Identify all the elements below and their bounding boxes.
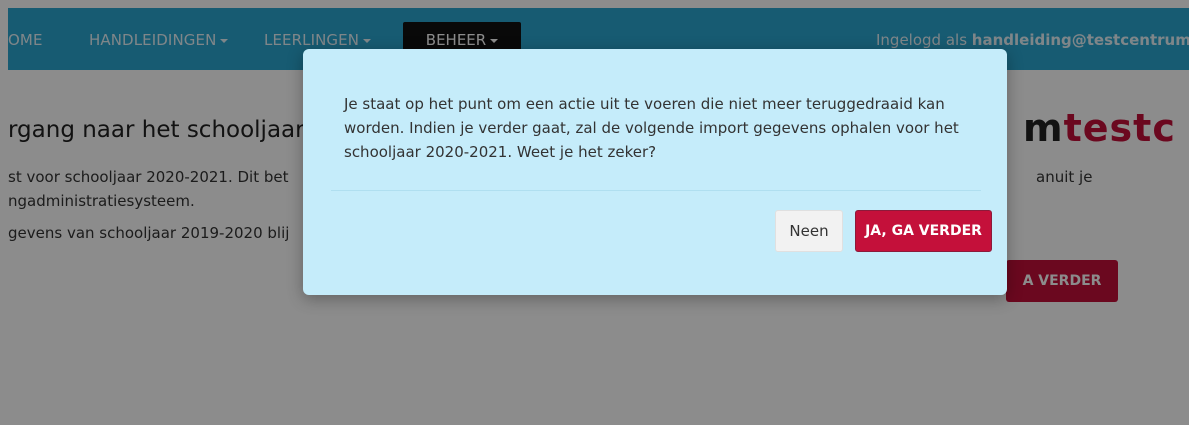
modal-message: Je staat op het punt om een actie uit te…	[344, 95, 959, 161]
cancel-button[interactable]: Neen	[775, 210, 843, 252]
modal-divider	[331, 190, 981, 191]
confirmation-modal: Je staat op het punt om een actie uit te…	[303, 49, 1007, 295]
confirm-button[interactable]: JA, GA VERDER	[855, 210, 992, 252]
